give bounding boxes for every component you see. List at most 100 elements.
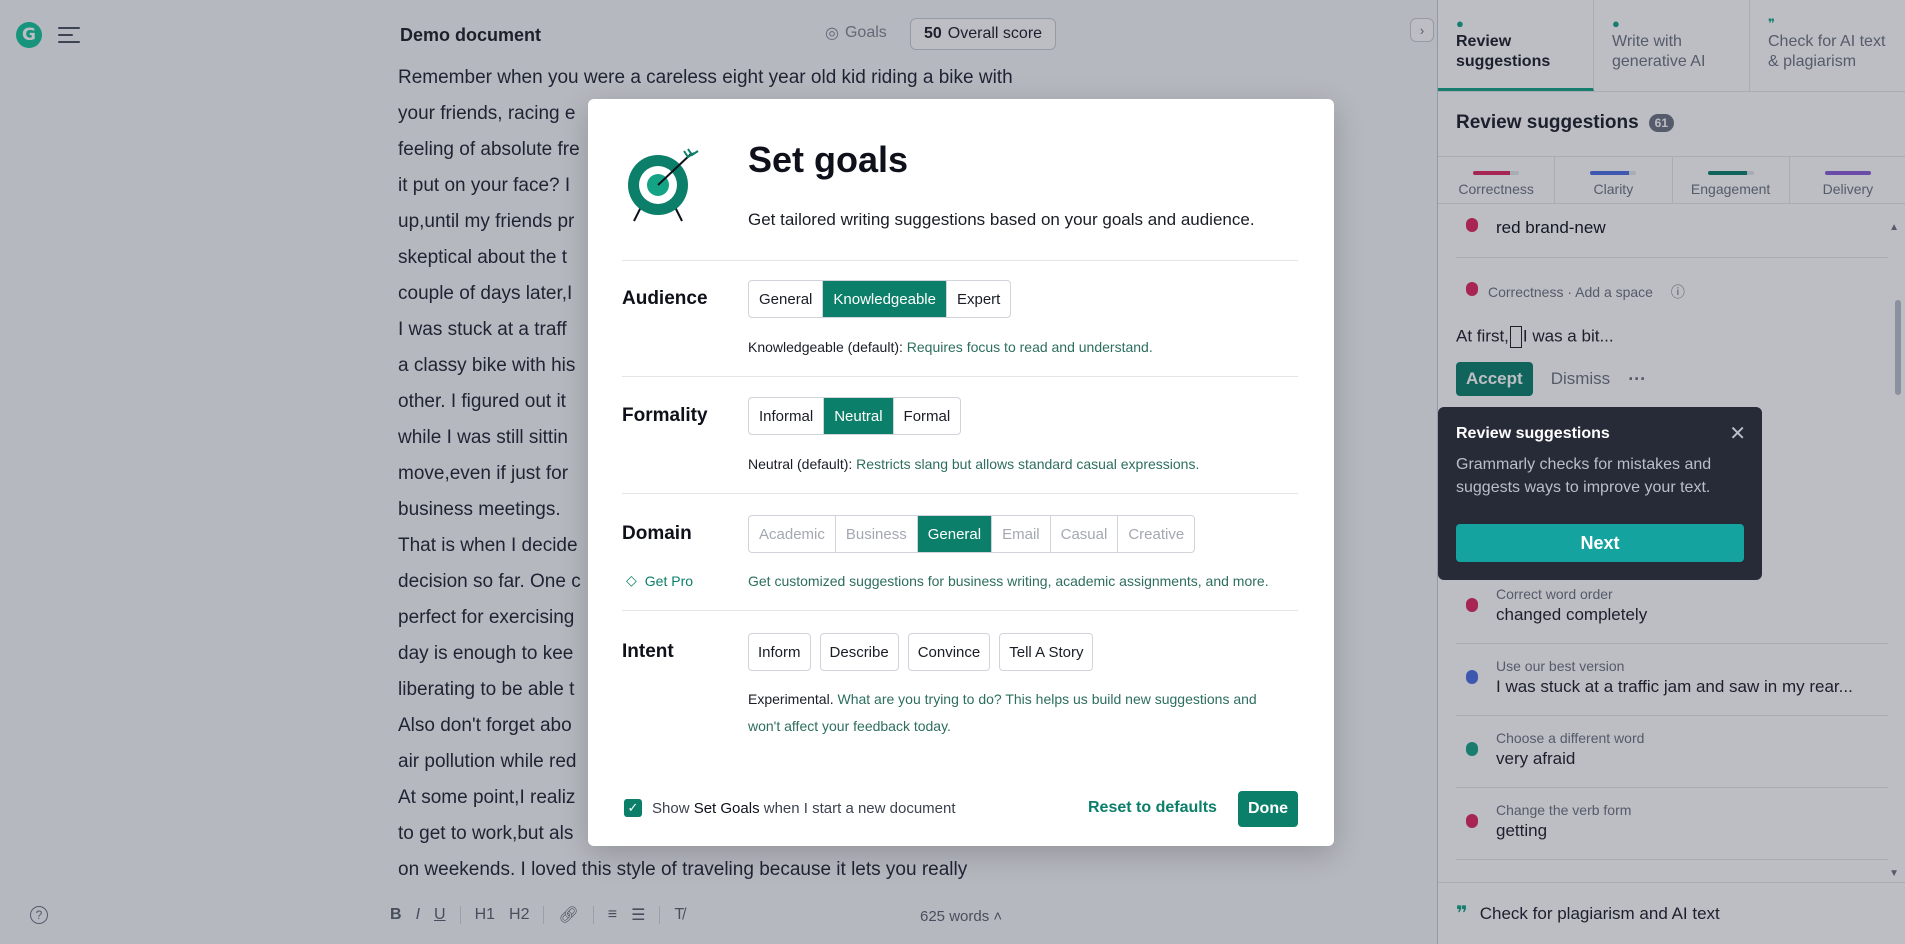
category-progress-bar <box>1590 171 1637 175</box>
domain-selector: Academic Business General Email Casual Creati… <box>748 515 1196 553</box>
option-describe[interactable]: Describe <box>819 633 899 671</box>
grammarly-logo-icon[interactable]: G <box>16 22 42 48</box>
plagiarism-check-button[interactable]: ❞ Check for plagiarism and AI text <box>1438 882 1905 944</box>
dismiss-button[interactable]: Dismiss <box>1551 369 1611 389</box>
collapse-panel-icon[interactable]: › <box>1410 18 1434 42</box>
formality-description: Neutral (default): Restricts slang but a… <box>748 456 1200 472</box>
suggestion-card[interactable]: Correct word order changed completely <box>1456 572 1888 644</box>
underline-button[interactable]: U <box>434 906 446 924</box>
option-general[interactable]: General <box>917 516 993 552</box>
link-icon[interactable]: 🔗︎ <box>558 905 578 925</box>
domain-label: Domain <box>622 523 692 544</box>
dialog-title: Set goals <box>748 139 909 180</box>
option-business[interactable]: Business <box>836 516 918 552</box>
grammarly-icon: ● <box>1456 16 1464 31</box>
suggestion-card[interactable]: Use our best version I was stuck at a tra… <box>1456 644 1888 716</box>
option-neutral[interactable]: Neutral <box>824 398 894 434</box>
reset-to-defaults-button[interactable]: Reset to defaults <box>1088 799 1217 817</box>
ordered-list-icon[interactable]: ≡ <box>608 906 617 924</box>
show-on-new-document-checkbox[interactable]: ✓ Show Set Goals when I start a new docu… <box>624 799 956 817</box>
option-inform[interactable]: Inform <box>748 633 811 671</box>
more-options-icon[interactable]: ··· <box>1628 369 1646 390</box>
option-tell-a-story[interactable]: Tell A Story <box>999 633 1094 671</box>
divider <box>622 610 1298 611</box>
option-casual[interactable]: Casual <box>1051 516 1119 552</box>
option-email[interactable]: Email <box>992 516 1051 552</box>
option-general[interactable]: General <box>749 281 824 317</box>
dialog-subtitle: Get tailored writing suggestions based o… <box>748 210 1255 229</box>
option-academic[interactable]: Academic <box>749 516 836 552</box>
category-progress-bar <box>1473 171 1520 175</box>
overall-score-button[interactable]: 50 Overall score <box>910 18 1057 50</box>
menu-icon[interactable] <box>58 27 80 43</box>
option-knowledgeable[interactable]: Knowledgeable <box>823 281 947 317</box>
bold-button[interactable]: B <box>390 906 402 924</box>
done-button[interactable]: Done <box>1238 791 1298 827</box>
target-icon <box>628 148 699 222</box>
document-line: on weekends. I loved this style of trave… <box>398 859 968 880</box>
option-creative[interactable]: Creative <box>1118 516 1194 552</box>
onboarding-tooltip: Review suggestions Grammarly checks for … <box>1438 407 1762 580</box>
italic-button[interactable]: I <box>416 906 420 924</box>
suggestion-card[interactable]: Choose a different word very afraid <box>1456 716 1888 788</box>
info-icon[interactable]: ⓘ <box>1671 284 1685 300</box>
audience-label: Audience <box>622 288 708 309</box>
bullet-list-icon[interactable]: ☰ <box>631 905 645 925</box>
category-progress-bar <box>1707 171 1754 175</box>
intent-label: Intent <box>622 641 674 662</box>
divider <box>622 376 1298 377</box>
goals-button[interactable]: ◎ Goals <box>825 23 887 43</box>
toolbar-divider <box>659 906 661 924</box>
goals-icon: ◎ <box>825 25 839 42</box>
heading2-button[interactable]: H2 <box>509 906 529 924</box>
checkbox-checked-icon[interactable]: ✓ <box>624 799 642 817</box>
expanded-suggestion[interactable]: Correctness · Add a space ⓘ At first, I w… <box>1456 270 1888 396</box>
toolbar-divider <box>543 906 545 924</box>
option-expert[interactable]: Expert <box>947 281 1010 317</box>
tab-correctness[interactable]: Correctness <box>1438 157 1556 203</box>
clear-format-icon[interactable]: T̸ <box>674 906 684 924</box>
category-dot-icon <box>1466 670 1478 684</box>
option-convince[interactable]: Convince <box>907 633 991 671</box>
tab-generative-ai[interactable]: ● Write with generative AI <box>1594 0 1750 91</box>
intent-description: Experimental. What are you trying to do?… <box>748 691 1257 734</box>
tab-clarity[interactable]: Clarity <box>1555 157 1673 203</box>
correctness-dot-icon <box>1466 218 1478 232</box>
accept-button[interactable]: Accept <box>1456 362 1533 396</box>
bulb-icon: ● <box>1612 16 1620 31</box>
tab-engagement[interactable]: Engagement <box>1673 157 1790 203</box>
close-icon[interactable]: ✕ <box>1729 421 1746 446</box>
set-goals-dialog: Set goals Get tailored writing suggestio… <box>588 99 1334 846</box>
category-tabs: Correctness Clarity Engagement Delivery <box>1438 156 1905 204</box>
toolbar-divider <box>592 906 594 924</box>
document-line: Remember when you were a careless eight … <box>398 67 1013 88</box>
diamond-icon: ◇ <box>626 572 637 588</box>
goals-label: Goals <box>844 24 887 41</box>
toolbar-divider <box>459 906 461 924</box>
suggestion-count-badge: 61 <box>1648 114 1675 132</box>
quote-icon: ❞ <box>1456 903 1468 925</box>
next-button[interactable]: Next <box>1456 524 1744 562</box>
panel-tabs: ● Review suggestions ● Write with genera… <box>1438 0 1905 92</box>
tab-delivery[interactable]: Delivery <box>1790 157 1905 203</box>
category-progress-bar <box>1824 171 1871 175</box>
help-icon[interactable]: ? <box>30 906 48 924</box>
scrollbar-thumb[interactable] <box>1895 300 1901 395</box>
option-informal[interactable]: Informal <box>749 398 825 434</box>
word-count[interactable]: 625 words ˄ <box>920 908 1002 925</box>
suggestion-card[interactable]: Change the verb form getting <box>1456 788 1888 860</box>
document-title[interactable]: Demo document <box>400 25 541 46</box>
list-item[interactable]: red brand-new <box>1456 210 1888 258</box>
scroll-down-icon[interactable]: ▼ <box>1889 868 1899 879</box>
heading1-button[interactable]: H1 <box>475 906 495 924</box>
audience-description: Knowledgeable (default): Requires focus … <box>748 339 1153 355</box>
scroll-up-icon[interactable]: ▲ <box>1889 222 1899 233</box>
get-pro-link[interactable]: ◇ Get Pro <box>626 572 693 589</box>
tab-plagiarism[interactable]: ❞ Check for AI text & plagiarism <box>1750 0 1905 91</box>
score-value: 50 <box>924 25 942 42</box>
tab-review-suggestions[interactable]: ● Review suggestions <box>1438 0 1594 91</box>
suggestion-items: Correct word order changed completely Use … <box>1456 572 1888 860</box>
divider <box>622 260 1298 261</box>
option-formal[interactable]: Formal <box>894 398 961 434</box>
category-dot-icon <box>1466 742 1478 756</box>
